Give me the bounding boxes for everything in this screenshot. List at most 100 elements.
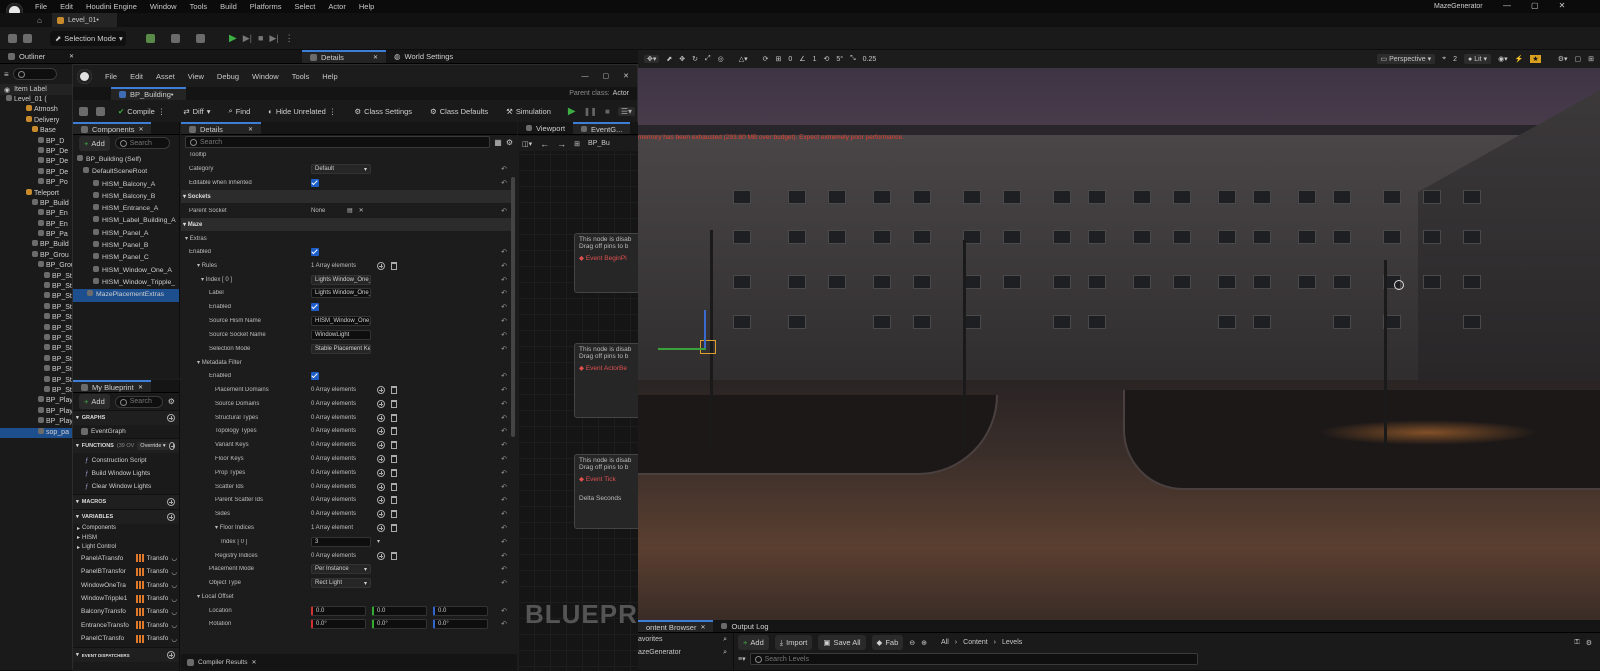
outliner-item[interactable]: Delivery: [0, 115, 72, 126]
reset-icon[interactable]: ↶: [501, 496, 507, 504]
reset-icon[interactable]: ↶: [501, 372, 507, 380]
reset-icon[interactable]: ↶: [501, 276, 507, 284]
add-element-icon[interactable]: [377, 496, 385, 505]
grid-snap-icon[interactable]: ⊞: [776, 55, 782, 63]
outliner-item[interactable]: sop_pa: [0, 427, 72, 438]
tab-event-graph[interactable]: EventG...: [573, 122, 631, 134]
reset-icon[interactable]: ↶: [501, 441, 507, 449]
bookmark-icon[interactable]: ★: [1530, 55, 1541, 63]
outliner-item[interactable]: BP_De: [0, 157, 72, 167]
component-item[interactable]: HISM_Balcony_B: [73, 191, 179, 203]
variable-item[interactable]: EntranceTransfo Transfo ◡: [73, 619, 179, 632]
add-graph-icon[interactable]: [167, 414, 175, 422]
trash-icon[interactable]: [391, 551, 397, 560]
add-element-icon[interactable]: [377, 482, 385, 491]
variable-item[interactable]: WindowTripple1 Transfo ◡: [73, 592, 179, 605]
select-icon[interactable]: ⬈: [666, 55, 672, 63]
browse-icon[interactable]: [96, 106, 105, 116]
menu-icon[interactable]: ☰▾: [617, 106, 636, 116]
menu-item[interactable]: Actor: [328, 2, 346, 11]
add-actor-icon[interactable]: [146, 33, 155, 43]
component-item[interactable]: HISM_Panel_A: [73, 228, 179, 240]
play-icon[interactable]: ▶: [229, 33, 237, 44]
outliner-item[interactable]: BP_Play: [0, 396, 72, 406]
level-tab[interactable]: Level_01•: [52, 13, 117, 27]
reset-icon[interactable]: ↶: [501, 483, 507, 491]
history-forward-icon[interactable]: ⊕: [921, 639, 927, 647]
close-icon[interactable]: ✕: [252, 659, 257, 666]
reset-icon[interactable]: ↶: [501, 179, 507, 187]
rotation-snap-value[interactable]: 5°: [836, 56, 843, 63]
outliner-item[interactable]: BP_Build: [0, 240, 72, 250]
reset-icon[interactable]: ↶: [501, 317, 507, 325]
project-folder-label[interactable]: azeGenerator: [638, 649, 681, 656]
eye-icon[interactable]: ◡: [171, 554, 177, 562]
search-icon[interactable]: ⌕: [723, 636, 727, 644]
function-item[interactable]: ƒ Construction Script: [73, 453, 179, 466]
realtime-icon[interactable]: ⟳: [763, 55, 769, 63]
save-icon[interactable]: [79, 106, 88, 116]
class-defaults-button[interactable]: ⚙ Class Defaults: [425, 104, 493, 119]
variables-section[interactable]: ▾ VARIABLES: [73, 508, 179, 524]
scale-icon[interactable]: ⤢: [705, 55, 711, 63]
text-field[interactable]: WindowLight: [311, 329, 371, 340]
trash-icon[interactable]: [391, 413, 397, 422]
add-component-button[interactable]: + Add: [79, 135, 110, 151]
outliner-item[interactable]: BP_St: [0, 323, 72, 334]
outliner-item[interactable]: BP_Pa: [0, 230, 72, 240]
close-icon[interactable]: ✕: [139, 126, 144, 133]
transform-menu-icon[interactable]: ✥▾: [644, 55, 660, 63]
outliner-item[interactable]: Level_01 (: [0, 95, 72, 105]
reset-icon[interactable]: ↶: [501, 262, 507, 270]
bp-logo[interactable]: [77, 68, 92, 84]
parent-class-value[interactable]: Actor: [613, 90, 629, 97]
menu-item[interactable]: Build: [220, 2, 237, 11]
add-element-icon[interactable]: [377, 427, 385, 436]
browse-socket-icon[interactable]: ▤: [347, 207, 353, 214]
level-viewport[interactable]: ✥▾ ⬈ ✥ ↻ ⤢ ◎ △▾ ⟳ ⊞ 0 ∠ 1 ⟲ 5° ⤡ 0.25 ▭ Perspect…: [638, 50, 1600, 620]
menu-item[interactable]: Platforms: [250, 2, 282, 11]
close-icon[interactable]: ✕: [623, 72, 629, 80]
add-variable-icon[interactable]: [167, 512, 175, 521]
tab-viewport[interactable]: Viewport: [518, 122, 573, 134]
add-function-icon[interactable]: [168, 442, 176, 451]
trash-icon[interactable]: [391, 399, 397, 408]
add-element-icon[interactable]: [377, 413, 385, 422]
reset-icon[interactable]: ↶: [501, 427, 507, 435]
tab-bp-details[interactable]: Details ✕: [181, 122, 261, 134]
show-icon[interactable]: ◉▾: [1498, 55, 1508, 63]
dropdown[interactable]: Per Instance ▾: [311, 564, 371, 575]
outliner-item[interactable]: Atmosh: [0, 105, 72, 115]
menu-item[interactable]: Tools: [190, 2, 208, 11]
filter-icon[interactable]: ≡: [4, 70, 9, 79]
add-element-icon[interactable]: [377, 510, 385, 519]
outliner-item[interactable]: BP_En: [0, 219, 72, 230]
rotate-icon[interactable]: ↻: [692, 55, 698, 63]
dropdown[interactable]: Lights Window_One_A▾: [311, 274, 371, 285]
trash-icon[interactable]: [391, 482, 397, 491]
bp-menu-item[interactable]: Help: [322, 72, 337, 81]
details-scrollbar[interactable]: [511, 177, 515, 437]
move-icon[interactable]: ✥: [679, 55, 685, 63]
reset-icon[interactable]: ↶: [501, 565, 507, 573]
reset-icon[interactable]: ↶: [501, 331, 507, 339]
outliner-item[interactable]: BP_St: [0, 271, 72, 282]
gear-icon[interactable]: ⚙: [506, 138, 513, 147]
add-element-icon[interactable]: [377, 441, 385, 450]
variable-item[interactable]: WindowOneTra Transfo ◡: [73, 579, 179, 592]
scale-snap-value[interactable]: 0.25: [863, 56, 877, 63]
close-icon[interactable]: ✕: [700, 624, 705, 631]
search-icon[interactable]: ⌕: [723, 649, 727, 657]
reset-icon[interactable]: ↶: [501, 414, 507, 422]
disabled-node-tick[interactable]: This node is disab Drag off pins to b ◆ Ev…: [574, 454, 644, 529]
find-button[interactable]: ⌕ Find: [224, 104, 256, 119]
realtime-toggle-icon[interactable]: ⚡: [1515, 55, 1524, 63]
trash-icon[interactable]: [391, 468, 397, 477]
outliner-item[interactable]: BP_D: [0, 136, 72, 147]
outliner-item[interactable]: BP_St: [0, 385, 72, 396]
filter-icon[interactable]: ≡▾: [738, 655, 746, 663]
grid-snap-value[interactable]: 0: [788, 56, 792, 63]
settings-icon[interactable]: ⚙▾: [1558, 55, 1568, 63]
component-item[interactable]: HISM_Panel_C: [73, 252, 179, 264]
variable-group[interactable]: ▸ Components: [73, 524, 179, 533]
